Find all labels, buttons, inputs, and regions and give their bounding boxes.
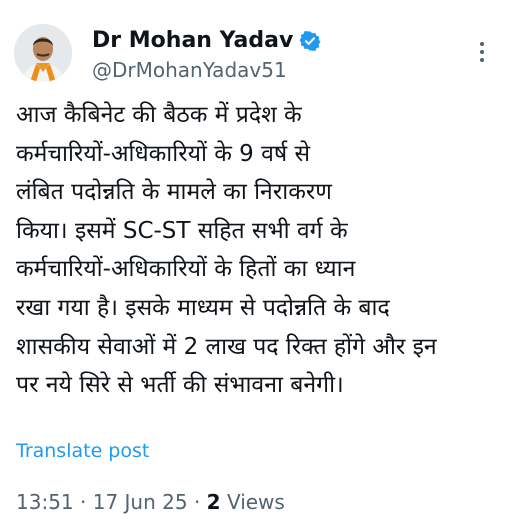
views-label: Views bbox=[220, 490, 285, 514]
tweet-time[interactable]: 13:51 bbox=[16, 490, 74, 514]
author-name-row: Dr Mohan Yadav bbox=[92, 28, 321, 53]
more-options-icon[interactable] bbox=[470, 38, 494, 66]
author-display-name[interactable]: Dr Mohan Yadav bbox=[92, 28, 293, 53]
tweet-date[interactable]: 17 Jun 25 bbox=[93, 490, 188, 514]
meta-separator: · bbox=[73, 490, 93, 514]
tweet-meta: 13:51 · 17 Jun 25 · 2 Views bbox=[16, 490, 285, 514]
views-count: 2 bbox=[206, 490, 221, 514]
author-handle[interactable]: @DrMohanYadav51 bbox=[92, 58, 287, 82]
verified-badge-icon bbox=[299, 30, 321, 52]
meta-separator: · bbox=[187, 490, 207, 514]
avatar[interactable] bbox=[14, 24, 72, 82]
tweet-text: आज कैबिनेट की बैठक में प्रदेश के कर्मचार… bbox=[16, 102, 437, 399]
tweet-card: Dr Mohan Yadav @DrMohanYadav51 आज कैबिने… bbox=[0, 0, 512, 530]
translate-post-link[interactable]: Translate post bbox=[16, 440, 149, 462]
